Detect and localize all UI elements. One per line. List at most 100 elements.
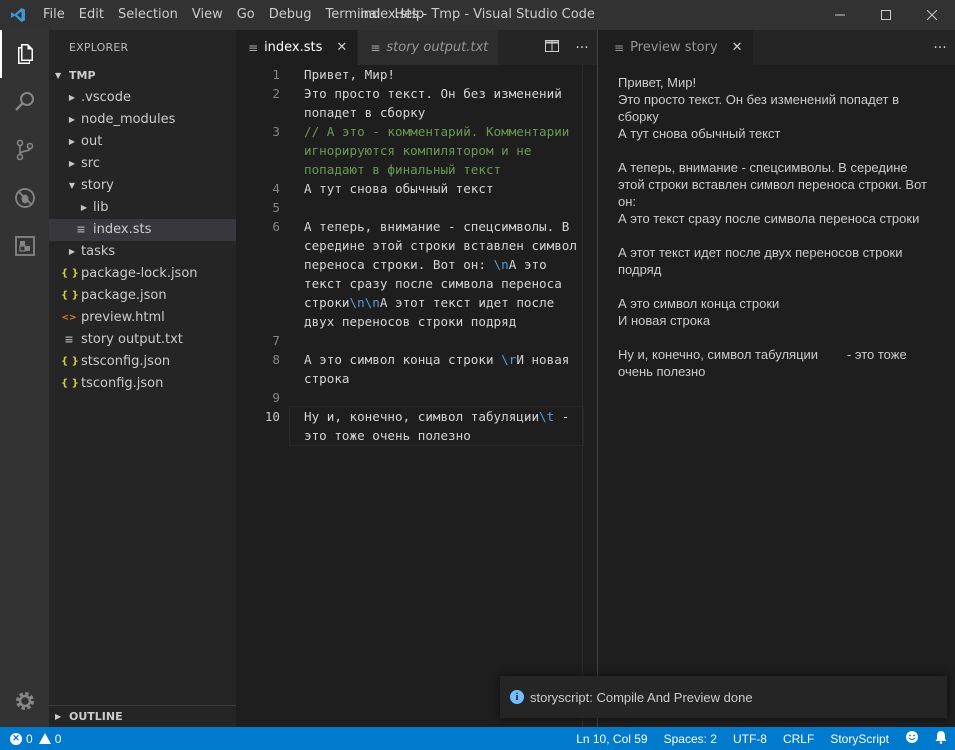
close-tab-button[interactable]: ✕ (336, 40, 347, 55)
explorer-button[interactable] (0, 30, 49, 78)
explorer-sidebar: EXPLORER ▼ TMP ▶ .vscode ▶ node_modules ▶ out… (49, 30, 236, 727)
tree-item-label: tsconfig.json (81, 376, 164, 391)
tab-label: index.sts (264, 40, 323, 55)
tree-item-tasks[interactable]: ▶ tasks (49, 241, 236, 263)
tab-preview-story[interactable]: ≡ Preview story ✕ (598, 30, 754, 65)
split-editor-icon (545, 39, 559, 52)
menu-item-help[interactable]: Help (387, 0, 431, 30)
code-line-text: Ну и, конечно, символ табуляции\t - это … (289, 406, 584, 446)
search-button[interactable] (0, 78, 49, 126)
menu-item-edit[interactable]: Edit (72, 0, 111, 30)
outline-label: OUTLINE (69, 709, 123, 723)
tree-item-lib[interactable]: ▶ lib (49, 197, 236, 219)
debug-button[interactable] (0, 174, 49, 222)
split-editor-button[interactable] (537, 39, 567, 56)
tree-item-package-json[interactable]: { } package.json (49, 285, 236, 307)
folder-section-header[interactable]: ▼ TMP (49, 65, 236, 87)
line-number: 8 (272, 352, 280, 367)
preview-paragraph: А этот текст идет после двух переносов с… (618, 244, 928, 278)
more-actions-icon[interactable]: ··· (925, 40, 955, 56)
chevron-right-icon: ▶ (55, 711, 62, 721)
notifications-bell-icon[interactable] (927, 730, 955, 747)
chevron-right-icon: ▶ (68, 115, 76, 124)
preview-line: А этот текст идет после двух переносов с… (618, 245, 907, 277)
info-icon: i (510, 690, 524, 704)
close-tab-button[interactable]: ✕ (732, 40, 743, 55)
source-control-button[interactable] (0, 126, 49, 174)
code-text-segment: Привет, Мир! (304, 67, 395, 82)
tree-item-stsconfig-json[interactable]: { } stsconfig.json (49, 351, 236, 373)
preview-line: И новая строка (618, 313, 711, 328)
code-line: 6 А теперь, внимание - спецсимволы. В сер… (236, 217, 597, 331)
code-line: 8 А это символ конца строки \rИ новая стр… (236, 350, 597, 388)
line-number: 1 (272, 67, 280, 82)
json-file-icon: { } (61, 290, 79, 301)
menu-item-debug[interactable]: Debug (262, 0, 319, 30)
tree-item-label: package-lock.json (81, 266, 198, 281)
tab-index-sts[interactable]: ≡ index.sts ✕ (236, 30, 359, 65)
tree-item-index-sts[interactable]: ≡ index.sts (49, 219, 236, 241)
tree-item-preview-html[interactable]: <> preview.html (49, 307, 236, 329)
tree-item-story[interactable]: ▼ story (49, 175, 236, 197)
code-line: 2 Это просто текст. Он без изменений попа… (236, 84, 597, 122)
editor-group-preview: ≡ Preview story ✕ ··· Привет, Мир! Это пр… (597, 30, 955, 727)
menu-bar: File Edit Selection View Go Debug Terminal Help (36, 0, 431, 30)
notification-toast[interactable]: i storyscript: Compile And Preview done (500, 676, 947, 718)
extensions-button[interactable] (0, 222, 49, 270)
tree-item-tsconfig-json[interactable]: { } tsconfig.json (49, 373, 236, 395)
problems-indicator[interactable]: ✕ 0 0 (0, 732, 61, 746)
error-icon: ✕ (10, 732, 22, 745)
manage-button[interactable] (0, 677, 49, 725)
chevron-right-icon: ▶ (80, 203, 88, 212)
menu-item-view[interactable]: View (185, 0, 230, 30)
tree-item-story-output-txt[interactable]: ≡ story output.txt (49, 329, 236, 351)
menu-item-go[interactable]: Go (230, 0, 262, 30)
explorer-title: EXPLORER (69, 41, 129, 54)
line-endings[interactable]: CRLF (775, 732, 822, 746)
text-file-icon: ≡ (64, 333, 74, 346)
code-line: 7 (236, 331, 597, 350)
menu-item-selection[interactable]: Selection (111, 0, 185, 30)
code-line: 10 Ну и, конечно, символ табуляции\t - эт… (236, 406, 597, 446)
file-lines-icon: ≡ (248, 40, 259, 55)
maximize-button[interactable] (863, 0, 909, 30)
cursor-position[interactable]: Ln 10, Col 59 (568, 732, 655, 746)
window-controls (817, 0, 955, 30)
chevron-right-icon: ▶ (68, 93, 76, 102)
more-actions-icon[interactable]: ··· (567, 40, 597, 56)
menu-item-terminal[interactable]: Terminal (319, 0, 388, 30)
outline-section-header[interactable]: ▶ OUTLINE (49, 705, 236, 727)
code-line: 1 Привет, Мир! (236, 65, 597, 84)
language-mode[interactable]: StoryScript (822, 732, 897, 746)
tab-label: story output.txt (386, 40, 489, 55)
tree-item-src[interactable]: ▶ src (49, 153, 236, 175)
html-file-icon: <> (61, 313, 77, 323)
chevron-right-icon: ▶ (68, 247, 76, 256)
close-window-button[interactable] (909, 0, 955, 30)
files-icon (17, 44, 33, 64)
preview-line: Привет, Мир! (618, 75, 697, 90)
code-line-text: Это просто текст. Он без изменений попад… (290, 84, 583, 122)
tree-item-label: story output.txt (81, 332, 183, 347)
tree-item-vscode[interactable]: ▶ .vscode (49, 87, 236, 109)
code-editor[interactable]: 1 Привет, Мир! 2 Это просто текст. Он без и… (236, 65, 597, 727)
error-count: 0 (26, 731, 33, 746)
tab-story-output[interactable]: ≡ story output.txt (358, 30, 500, 65)
escape-sequence: \t (539, 409, 555, 424)
encoding[interactable]: UTF-8 (725, 732, 775, 746)
tree-item-out[interactable]: ▶ out (49, 131, 236, 153)
minimize-button[interactable] (817, 0, 863, 30)
debug-icon (14, 188, 35, 208)
tab-label: Preview story (630, 40, 718, 55)
activity-bar (0, 30, 49, 727)
feedback-smiley-icon[interactable] (897, 730, 927, 747)
tree-item-package-lock-json[interactable]: { } package-lock.json (49, 263, 236, 285)
line-number: 4 (272, 181, 280, 196)
menu-item-file[interactable]: File (36, 0, 72, 30)
code-line-text: А теперь, внимание - спецсимволы. В сере… (290, 217, 583, 331)
indentation[interactable]: Spaces: 2 (656, 732, 725, 746)
tree-item-node-modules[interactable]: ▶ node_modules (49, 109, 236, 131)
code-text-segment: Ну и, конечно, символ табуляции (304, 409, 540, 424)
json-file-icon: { } (61, 268, 79, 279)
file-tree: ▶ .vscode ▶ node_modules ▶ out ▶ src ▼ story ▶ lib ≡… (49, 87, 236, 395)
